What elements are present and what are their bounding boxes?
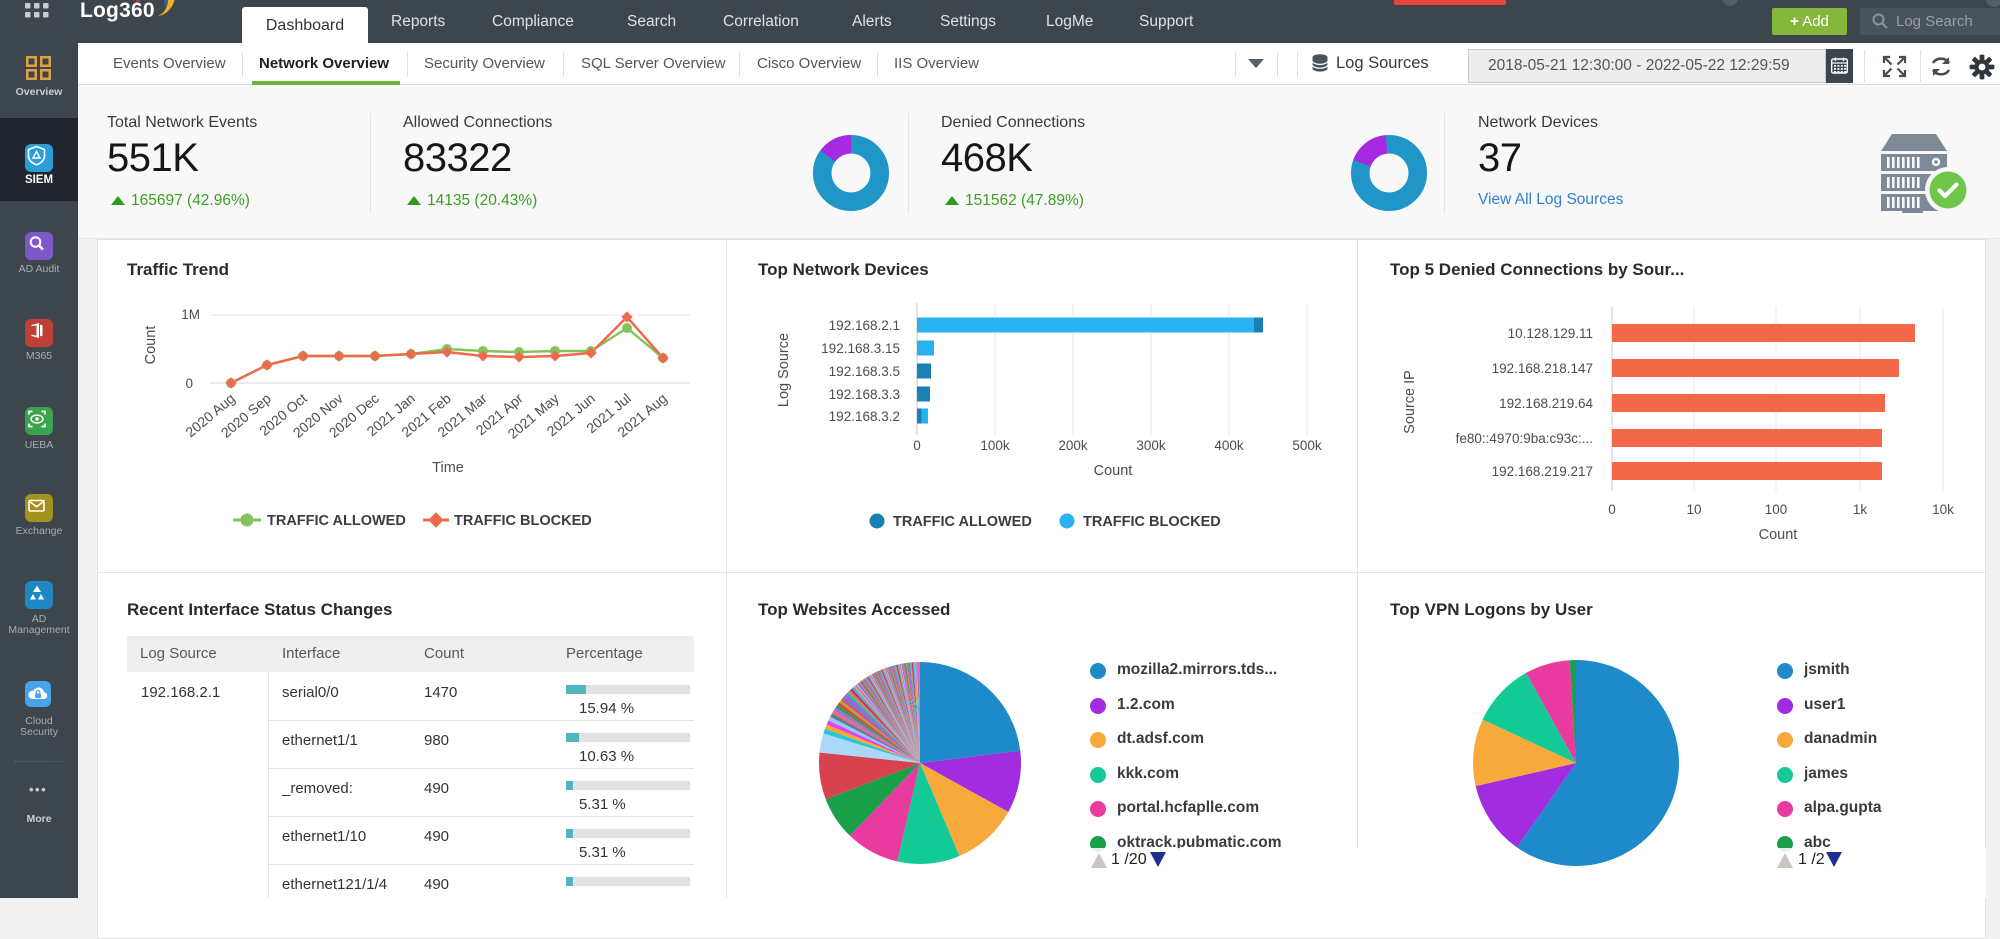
svg-text:10: 10 xyxy=(1686,502,1701,517)
svg-text:192.168.219.64: 192.168.219.64 xyxy=(1499,396,1593,411)
svg-text:TRAFFIC BLOCKED: TRAFFIC BLOCKED xyxy=(454,513,592,529)
svg-text:0: 0 xyxy=(185,376,193,391)
svg-text:0: 0 xyxy=(913,438,921,453)
svg-text:Source IP: Source IP xyxy=(1402,370,1418,434)
svg-text:1M: 1M xyxy=(181,307,200,322)
svg-text:TRAFFIC ALLOWED: TRAFFIC ALLOWED xyxy=(267,513,406,529)
svg-text:192.168.3.2: 192.168.3.2 xyxy=(829,409,900,424)
svg-text:fe80::4970:9ba:c93c:...: fe80::4970:9ba:c93c:... xyxy=(1456,431,1593,446)
svg-text:192.168.3.5: 192.168.3.5 xyxy=(829,364,900,379)
svg-text:Log Source: Log Source xyxy=(776,333,792,407)
svg-text:100k: 100k xyxy=(980,438,1010,453)
svg-text:1k: 1k xyxy=(1853,502,1868,517)
svg-text:Count: Count xyxy=(143,326,159,365)
svg-text:400k: 400k xyxy=(1214,438,1244,453)
svg-text:192.168.2.1: 192.168.2.1 xyxy=(829,318,900,333)
svg-text:192.168.3.15: 192.168.3.15 xyxy=(821,341,900,356)
svg-text:192.168.218.147: 192.168.218.147 xyxy=(1492,361,1593,376)
svg-text:Count: Count xyxy=(1094,463,1133,479)
svg-text:100: 100 xyxy=(1765,502,1788,517)
svg-text:Time: Time xyxy=(432,460,464,476)
svg-text:192.168.219.217: 192.168.219.217 xyxy=(1492,464,1593,479)
svg-text:10.128.129.11: 10.128.129.11 xyxy=(1508,326,1593,341)
svg-text:192.168.3.3: 192.168.3.3 xyxy=(829,387,900,402)
svg-text:200k: 200k xyxy=(1058,438,1088,453)
svg-text:300k: 300k xyxy=(1136,438,1166,453)
svg-text:0: 0 xyxy=(1608,502,1616,517)
svg-text:TRAFFIC ALLOWED: TRAFFIC ALLOWED xyxy=(893,514,1032,530)
svg-text:TRAFFIC BLOCKED: TRAFFIC BLOCKED xyxy=(1083,514,1221,530)
svg-text:500k: 500k xyxy=(1292,438,1322,453)
svg-text:10k: 10k xyxy=(1932,502,1954,517)
svg-text:Count: Count xyxy=(1759,527,1798,543)
